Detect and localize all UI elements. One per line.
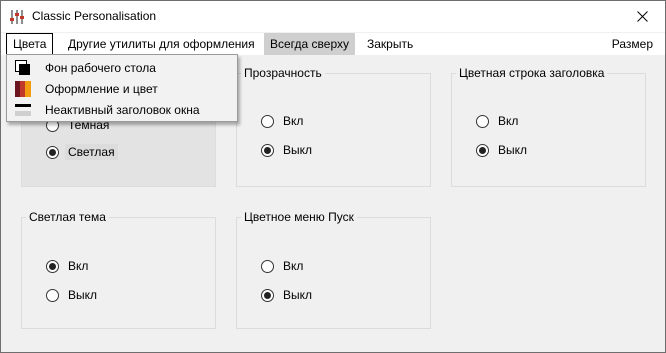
radio-label: Вкл — [283, 259, 304, 273]
light-theme-on-radio[interactable]: Вкл — [46, 257, 91, 275]
color-titlebar-on-radio[interactable]: Вкл — [476, 112, 521, 130]
theme-light-radio[interactable]: Светлая — [46, 143, 118, 161]
group-title: Цветная строка заголовка — [456, 66, 608, 80]
radio-label: Вкл — [68, 259, 89, 273]
radio-dot[interactable] — [476, 114, 489, 128]
color-titlebar-off-radio[interactable]: Выкл — [476, 141, 530, 159]
radio-label: Выкл — [283, 143, 313, 157]
color-palette-icon — [15, 80, 31, 97]
desktop-background-icon — [15, 59, 31, 76]
menu-always-on-top[interactable]: Всегда сверху — [264, 33, 355, 55]
color-start-group: Цветное меню Пуск Вкл Выкл — [236, 210, 431, 329]
radio-dot[interactable] — [261, 288, 274, 302]
radio-label: Вкл — [498, 114, 519, 128]
radio-dot[interactable] — [46, 259, 59, 273]
title-bar[interactable]: Classic Personalisation — [1, 1, 665, 32]
close-window-button[interactable] — [619, 1, 665, 32]
radio-dot[interactable] — [476, 143, 489, 157]
radio-dot[interactable] — [261, 259, 274, 273]
radio-dot[interactable] — [46, 145, 59, 159]
transparency-group: Прозрачность Вкл Выкл — [236, 66, 431, 187]
dropdown-item-desktop-background[interactable]: Фон рабочего стола — [9, 57, 235, 78]
transparency-off-radio[interactable]: Выкл — [261, 141, 315, 159]
transparency-on-radio[interactable]: Вкл — [261, 112, 306, 130]
close-icon — [636, 11, 648, 22]
color-titlebar-group: Цветная строка заголовка Вкл Выкл — [451, 66, 646, 187]
group-title: Светлая тема — [26, 210, 109, 224]
radio-label: Выкл — [68, 288, 98, 302]
dropdown-item-inactive-titlebar[interactable]: Неактивный заголовок окна — [9, 99, 235, 120]
color-start-on-radio[interactable]: Вкл — [261, 257, 306, 275]
group-title: Прозрачность — [241, 66, 325, 80]
dropdown-item-appearance-color[interactable]: Оформление и цвет — [9, 78, 235, 99]
group-title: Цветное меню Пуск — [241, 210, 357, 224]
menu-other-utilities[interactable]: Другие утилиты для оформления — [62, 33, 261, 55]
app-window: Classic Personalisation Цвета Другие ути… — [0, 0, 666, 353]
menu-close[interactable]: Закрыть — [361, 33, 419, 55]
menu-size[interactable]: Размер — [606, 33, 659, 55]
window-title: Classic Personalisation — [32, 9, 157, 23]
sliders-app-icon — [9, 9, 25, 25]
radio-dot[interactable] — [46, 288, 59, 302]
radio-label: Вкл — [283, 114, 304, 128]
light-theme-group: Светлая тема Вкл Выкл — [21, 210, 216, 329]
dropdown-item-label: Неактивный заголовок окна — [45, 102, 200, 117]
radio-label: Светлая — [65, 144, 118, 160]
colors-dropdown-menu: Фон рабочего стола Оформление и цвет Неа… — [6, 54, 238, 122]
radio-label: Выкл — [283, 288, 313, 302]
menu-bar: Цвета Другие утилиты для оформления Всег… — [1, 33, 665, 55]
radio-dot[interactable] — [261, 143, 274, 157]
dropdown-item-label: Оформление и цвет — [45, 81, 158, 96]
inactive-titlebar-icon — [15, 102, 31, 118]
radio-dot[interactable] — [261, 114, 274, 128]
color-start-off-radio[interactable]: Выкл — [261, 286, 315, 304]
menu-colors[interactable]: Цвета — [6, 33, 54, 55]
dropdown-item-label: Фон рабочего стола — [45, 60, 156, 75]
radio-label: Выкл — [498, 143, 528, 157]
light-theme-off-radio[interactable]: Выкл — [46, 286, 100, 304]
